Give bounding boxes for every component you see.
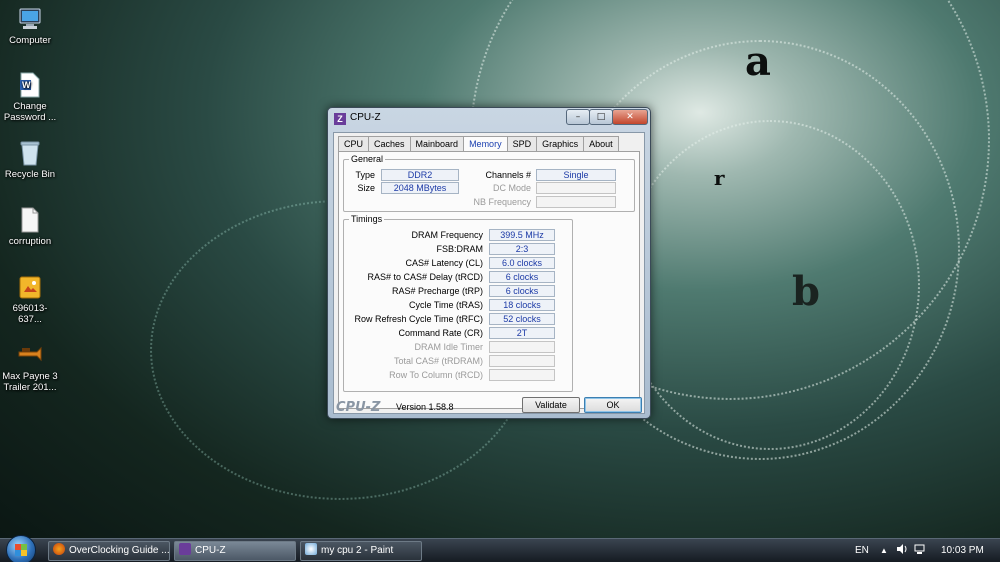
timing-value: 399.5 MHz	[489, 229, 555, 241]
cpuz-logo: CPU-Z	[336, 400, 381, 415]
taskbar: OverClocking Guide ... CPU-Z my cpu 2 - …	[0, 535, 1000, 562]
channels-label: Channels #	[485, 170, 531, 180]
memory-panel: General Type DDR2 Size 2048 MBytes Chann…	[338, 151, 640, 409]
version-text: Version 1.58.8	[396, 402, 454, 412]
paint-icon	[305, 543, 317, 555]
cpuz-app-icon: Z	[334, 113, 346, 125]
start-button[interactable]	[6, 535, 36, 562]
dc-mode-label: DC Mode	[492, 183, 531, 193]
timing-label: Row Refresh Cycle Time (tRFC)	[354, 314, 483, 324]
clock[interactable]: 10:03 PM	[941, 539, 984, 562]
wallpaper-letter-b: b	[792, 268, 820, 315]
channels-value: Single	[536, 169, 616, 181]
tab-graphics[interactable]: Graphics	[536, 136, 585, 151]
tab-memory[interactable]: Memory	[463, 136, 508, 152]
type-value: DDR2	[381, 169, 459, 181]
timing-label: FSB:DRAM	[436, 244, 483, 254]
desktop-icon-max-payne[interactable]: Max Payne 3 Trailer 201...	[2, 342, 58, 393]
dc-mode-value	[536, 182, 616, 194]
maximize-button[interactable]: □	[589, 109, 613, 125]
nb-frequency-label: NB Frequency	[473, 197, 531, 207]
windows-logo-icon	[15, 544, 27, 556]
ok-button[interactable]: OK	[584, 397, 642, 413]
taskbar-item-overclocking-guide[interactable]: OverClocking Guide ...	[48, 541, 170, 561]
taskbar-item-cpuz[interactable]: CPU-Z	[174, 541, 296, 561]
desktop-icon-label: Computer	[9, 35, 51, 46]
title-bar[interactable]: Z CPU-Z – □ ✕	[328, 108, 650, 130]
desktop-icon-change-password[interactable]: W Change Password ...	[2, 72, 58, 123]
timing-label: DRAM Idle Timer	[414, 342, 483, 352]
wallpaper-letter-r: r	[714, 166, 725, 190]
wallpaper-letter-a: a	[745, 38, 771, 85]
timings-legend: Timings	[351, 214, 383, 224]
type-label: Type	[355, 170, 375, 180]
taskbar-item-label: CPU-Z	[195, 545, 226, 556]
timing-value: 6 clocks	[489, 285, 555, 297]
desktop-icon-recycle-bin[interactable]: Recycle Bin	[2, 140, 58, 180]
tab-mainboard[interactable]: Mainboard	[409, 136, 465, 151]
timing-label: Total CAS# (tRDRAM)	[393, 356, 483, 366]
spiderweb-ring	[620, 120, 920, 450]
timing-label: Command Rate (CR)	[398, 328, 483, 338]
timing-label: RAS# to CAS# Delay (tRCD)	[367, 272, 483, 282]
desktop-icon-label: 696013-637...	[12, 303, 48, 325]
tab-about[interactable]: About	[583, 136, 619, 151]
tab-strip: CPU Caches Mainboard Memory SPD Graphics…	[338, 136, 619, 152]
computer-icon	[17, 6, 43, 32]
timing-label: RAS# Precharge (tRP)	[391, 286, 483, 296]
size-label: Size	[357, 183, 375, 193]
timing-label: Row To Column (tRCD)	[389, 370, 483, 380]
minimize-button[interactable]: –	[566, 109, 590, 125]
cpuz-icon	[179, 543, 191, 555]
firefox-icon	[53, 543, 65, 555]
timing-value	[489, 369, 555, 381]
timing-value: 2:3	[489, 243, 555, 255]
file-icon	[17, 207, 43, 233]
close-button[interactable]: ✕	[612, 109, 648, 125]
size-value: 2048 MBytes	[381, 182, 459, 194]
recycle-bin-icon	[17, 140, 43, 166]
desktop-icon-label: corruption	[8, 236, 52, 247]
general-legend: General	[351, 154, 384, 164]
taskbar-item-label: OverClocking Guide ...	[69, 545, 170, 556]
timing-value	[489, 341, 555, 353]
timing-value: 6.0 clocks	[489, 257, 555, 269]
image-file-icon	[17, 274, 43, 300]
taskbar-item-paint[interactable]: my cpu 2 - Paint	[300, 541, 422, 561]
word-document-icon: W	[17, 72, 43, 98]
tab-cpu[interactable]: CPU	[338, 136, 370, 151]
timing-label: CAS# Latency (CL)	[405, 258, 483, 268]
tab-spd[interactable]: SPD	[506, 136, 538, 151]
validate-button[interactable]: Validate	[522, 397, 580, 413]
video-file-icon	[17, 342, 43, 368]
timing-value: 6 clocks	[489, 271, 555, 283]
timing-value: 52 clocks	[489, 313, 555, 325]
svg-text:W: W	[22, 80, 31, 90]
volume-icon[interactable]	[896, 539, 908, 562]
nb-frequency-value	[536, 196, 616, 208]
timing-value: 18 clocks	[489, 299, 555, 311]
desktop-icon-computer[interactable]: Computer	[2, 6, 58, 46]
desktop-icon-image-file[interactable]: 696013-637...	[2, 274, 58, 325]
timing-label: Cycle Time (tRAS)	[408, 300, 483, 310]
desktop-icon-label: Change Password ...	[3, 101, 57, 123]
desktop-icon-corruption[interactable]: corruption	[2, 207, 58, 247]
language-indicator[interactable]: EN	[855, 539, 869, 562]
timing-value: 2T	[489, 327, 555, 339]
timing-value	[489, 355, 555, 367]
network-icon[interactable]	[914, 539, 926, 562]
desktop-icon-label: Max Payne 3 Trailer 201...	[2, 371, 58, 393]
desktop-icon-label: Recycle Bin	[4, 169, 56, 180]
tab-caches[interactable]: Caches	[368, 136, 411, 151]
cpuz-window[interactable]: Z CPU-Z – □ ✕ CPU Caches Mainboard Memor…	[327, 107, 651, 419]
taskbar-item-label: my cpu 2 - Paint	[321, 545, 394, 556]
show-hidden-icons-icon[interactable]: ▲	[880, 539, 888, 562]
window-client: CPU Caches Mainboard Memory SPD Graphics…	[333, 132, 645, 414]
window-title: CPU-Z	[350, 112, 381, 123]
timing-label: DRAM Frequency	[411, 230, 483, 240]
